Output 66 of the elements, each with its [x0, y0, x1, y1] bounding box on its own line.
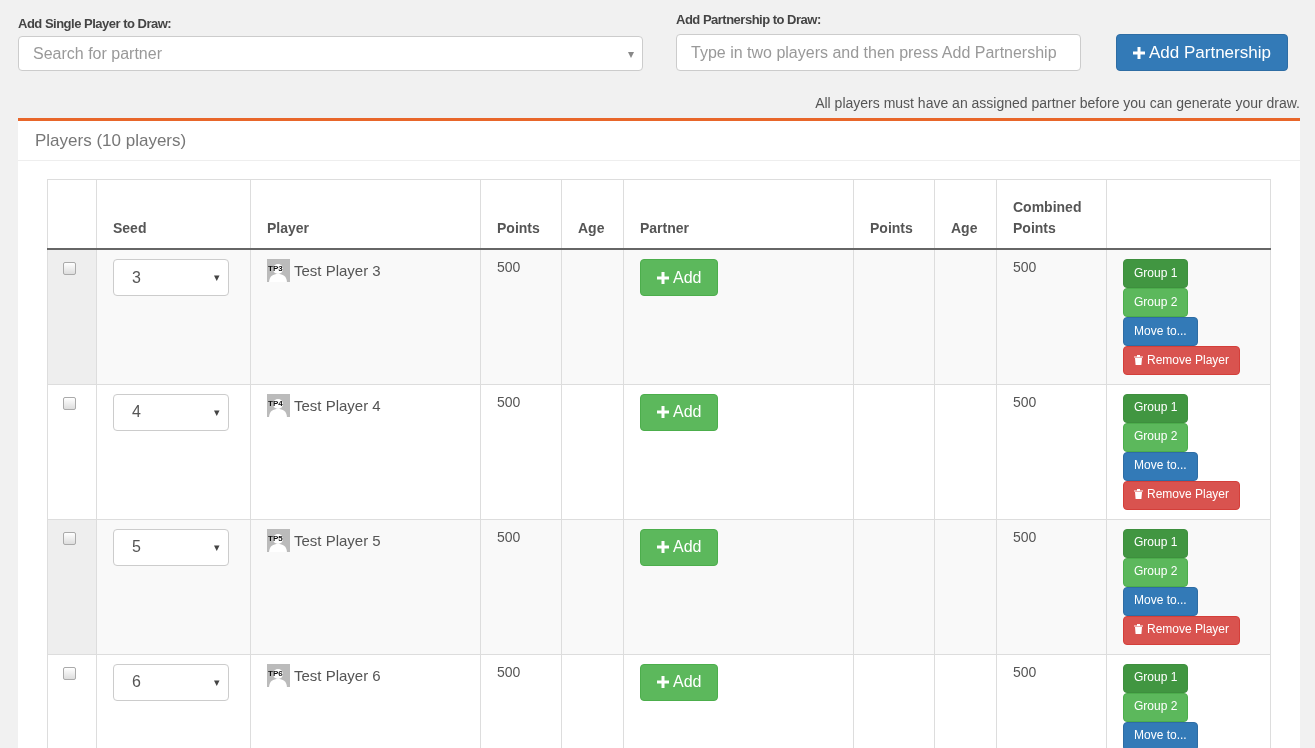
add-partner-button[interactable]: Add: [640, 528, 719, 566]
remove-player-button[interactable]: Remove Player: [1123, 480, 1241, 510]
seed-select[interactable]: 3 ▾: [113, 259, 229, 296]
player-name: Test Player 4: [294, 396, 381, 414]
row-checkbox[interactable]: [63, 396, 76, 410]
field-label: Add Single Player to Draw:: [18, 16, 173, 31]
group-button[interactable]: Group 2: [1123, 692, 1189, 722]
trash-icon: [1134, 489, 1143, 499]
player-search-select[interactable]: Search for partner ▾: [18, 36, 643, 71]
add-partner-button[interactable]: Add: [640, 259, 719, 296]
player-name: Test Player 6: [294, 666, 381, 684]
remove-player-button[interactable]: Remove Player: [1123, 346, 1241, 375]
partnership-input[interactable]: Type in two players and then press Add Partnership: [676, 34, 1081, 71]
group-button[interactable]: Group 2: [1123, 557, 1189, 587]
avatar-icon: TP6: [267, 663, 290, 687]
move-to-button[interactable]: Move to...: [1123, 721, 1198, 748]
group-button[interactable]: Group 1: [1123, 663, 1189, 693]
seed-select[interactable]: 6 ▾: [113, 663, 229, 701]
add-partner-button[interactable]: Add: [640, 663, 719, 701]
plus-icon: [657, 541, 669, 553]
points-value: 500: [497, 393, 521, 410]
add-partner-button[interactable]: Add: [640, 393, 719, 431]
combined-points-value: 500: [1013, 259, 1037, 275]
group-button[interactable]: Group 2: [1123, 288, 1189, 317]
seed-select[interactable]: 4 ▾: [113, 393, 229, 431]
avatar-icon: TP3: [267, 259, 290, 282]
player-name: Test Player 3: [294, 262, 381, 279]
row-checkbox[interactable]: [63, 666, 76, 680]
avatar-icon: TP4: [267, 393, 290, 417]
combined-points-value: 500: [1013, 528, 1037, 545]
trash-icon: [1134, 624, 1143, 634]
column-header: Points: [497, 219, 540, 236]
combined-points-value: 500: [1013, 393, 1037, 410]
plus-icon: [1133, 46, 1145, 59]
column-header: Seed: [113, 219, 147, 236]
group-button[interactable]: Group 2: [1123, 422, 1189, 452]
plus-icon: [657, 676, 669, 688]
move-to-button[interactable]: Move to...: [1123, 586, 1198, 616]
group-button[interactable]: Group 1: [1123, 393, 1189, 423]
row-checkbox[interactable]: [63, 531, 76, 545]
seed-select[interactable]: 5 ▾: [113, 528, 229, 566]
field-label: Add Partnership to Draw:: [676, 12, 822, 27]
trash-icon: [1134, 354, 1143, 365]
column-header: Age: [578, 219, 605, 236]
group-button[interactable]: Group 1: [1123, 528, 1189, 558]
points-value: 500: [497, 663, 521, 680]
column-header: Partner: [640, 219, 690, 236]
points-value: 500: [497, 528, 521, 545]
avatar-icon: TP5: [267, 528, 290, 552]
panel-title: Players (10 players): [35, 130, 187, 151]
plus-icon: [657, 271, 669, 284]
column-header: Points: [870, 219, 913, 236]
remove-player-button[interactable]: Remove Player: [1123, 615, 1241, 645]
player-name: Test Player 5: [294, 531, 381, 549]
column-header: Combined Points: [1013, 199, 1082, 236]
move-to-button[interactable]: Move to...: [1123, 317, 1198, 346]
row-checkbox[interactable]: [63, 262, 76, 275]
points-value: 500: [497, 259, 521, 275]
column-header: Age: [951, 219, 978, 236]
group-button[interactable]: Group 1: [1123, 259, 1189, 288]
combined-points-value: 500: [1013, 663, 1037, 680]
add-partnership-button[interactable]: Add Partnership: [1116, 34, 1288, 71]
column-header: Player: [267, 219, 310, 236]
move-to-button[interactable]: Move to...: [1123, 451, 1198, 481]
notice-text: All players must have an assigned partner before you can generate your draw.: [814, 94, 1301, 113]
plus-icon: [657, 406, 669, 418]
